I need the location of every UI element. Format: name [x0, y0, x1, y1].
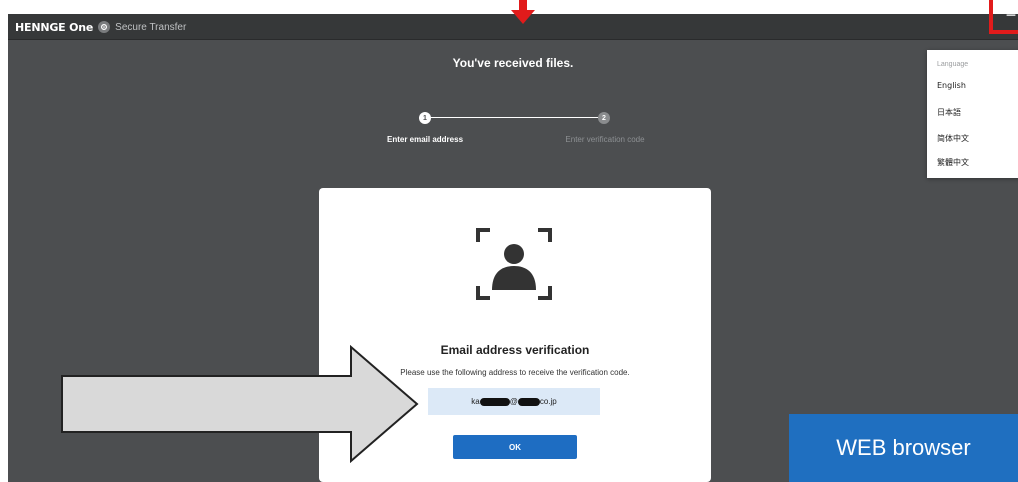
redaction-mark: [517, 397, 540, 406]
language-option-japanese[interactable]: 日本語: [937, 107, 961, 118]
secure-transfer-logo-icon: [98, 21, 111, 33]
language-dropdown: Language English ✓ 日本語 简体中文 繁體中文: [927, 50, 1018, 178]
step-connector: [431, 117, 598, 118]
language-option-english[interactable]: English: [937, 81, 966, 90]
language-header: Language: [937, 61, 969, 68]
brand-name: HENNGE One: [15, 20, 94, 34]
step-1-label: Enter email address: [386, 135, 464, 144]
email-at: @: [509, 397, 518, 406]
email-prefix: ka: [471, 397, 480, 406]
hamburger-icon: ≡: [1005, 5, 1017, 21]
face-verification-icon: [476, 228, 552, 300]
step-2-label: Enter verification code: [565, 135, 645, 144]
arrow-right-icon: [61, 345, 419, 463]
product-name: Secure Transfer: [115, 21, 187, 33]
email-suffix: co.jp: [539, 397, 557, 406]
brand: HENNGE One Secure Transfer: [15, 20, 186, 34]
ok-button[interactable]: OK: [453, 435, 577, 459]
language-option-traditional-chinese[interactable]: 繁體中文: [937, 157, 969, 168]
redaction-mark: [479, 397, 510, 406]
menu-button[interactable]: ≡: [989, 0, 1018, 34]
email-address-field: ka @ co.jp: [428, 388, 600, 415]
arrow-down-icon: [511, 0, 535, 24]
step-2-indicator: 2: [598, 112, 610, 124]
page-title: You've received files.: [452, 56, 574, 70]
language-option-simplified-chinese[interactable]: 简体中文: [937, 133, 969, 144]
annotation-label: WEB browser: [789, 414, 1018, 482]
step-1-indicator: 1: [419, 112, 431, 124]
